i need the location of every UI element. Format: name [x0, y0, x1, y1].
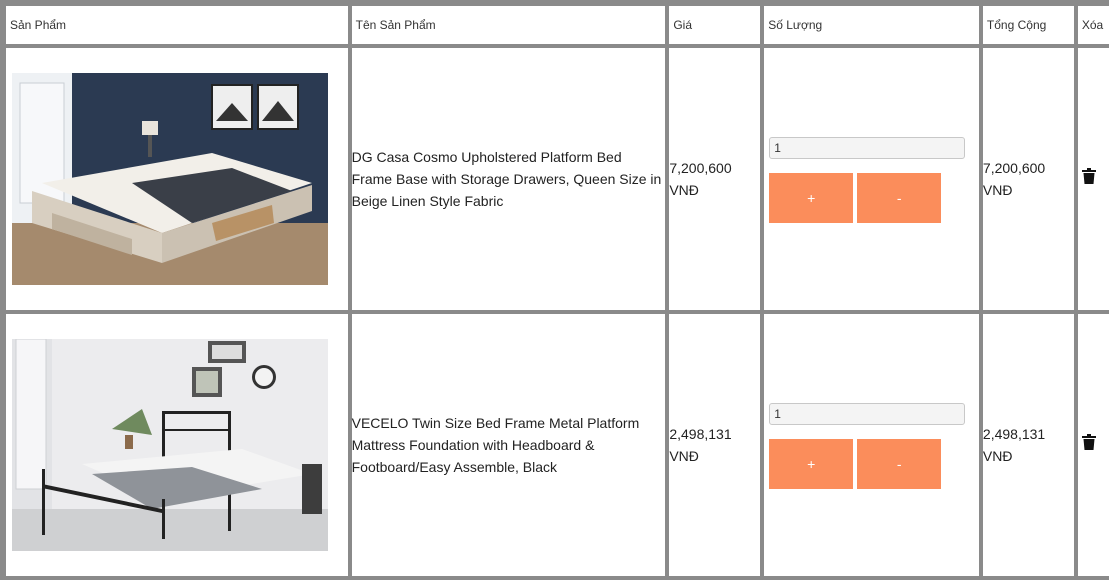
metal-twin-bed-frame-image	[12, 339, 328, 551]
product-total-cell: 7,200,600 VNĐ	[978, 44, 1078, 314]
increase-quantity-button[interactable]: +	[769, 172, 854, 223]
increase-quantity-button[interactable]: +	[769, 438, 854, 489]
table-header-row: Sản Phẩm Tên Sản Phẩm Giá Số Lượng Tổng …	[1, 1, 1109, 48]
table-row: DG Casa Cosmo Upholstered Platform Bed F…	[1, 44, 1109, 314]
delete-cell	[1073, 44, 1109, 314]
cart-table: Sản Phẩm Tên Sản Phẩm Giá Số Lượng Tổng …	[0, 0, 1109, 580]
quantity-cell: + -	[760, 44, 983, 314]
quantity-stepper: + -	[769, 402, 969, 489]
product-name-cell: DG Casa Cosmo Upholstered Platform Bed F…	[347, 44, 670, 314]
decrease-quantity-button[interactable]: -	[857, 172, 942, 223]
quantity-cell: + -	[760, 310, 983, 580]
header-product: Sản Phẩm	[1, 1, 352, 48]
table-row: VECELO Twin Size Bed Frame Metal Platfor…	[1, 310, 1109, 580]
cart-page: Sản Phẩm Tên Sản Phẩm Giá Số Lượng Tổng …	[0, 0, 1109, 587]
product-price-cell: 7,200,600 VNĐ	[665, 44, 765, 314]
quantity-buttons: + -	[769, 438, 969, 489]
quantity-stepper: + -	[769, 136, 969, 223]
product-name-cell: VECELO Twin Size Bed Frame Metal Platfor…	[347, 310, 670, 580]
delete-cell	[1073, 310, 1109, 580]
quantity-buttons: + -	[769, 172, 969, 223]
trash-icon[interactable]	[1081, 168, 1096, 184]
product-image-cell	[1, 44, 352, 314]
header-delete: Xóa	[1073, 1, 1109, 48]
header-price: Giá	[665, 1, 765, 48]
header-quantity: Số Lượng	[760, 1, 983, 48]
quantity-input[interactable]	[769, 402, 966, 425]
quantity-input[interactable]	[769, 136, 966, 159]
product-total-cell: 2,498,131 VNĐ	[978, 310, 1078, 580]
product-price-cell: 2,498,131 VNĐ	[665, 310, 765, 580]
header-product-name: Tên Sản Phẩm	[347, 1, 670, 48]
trash-icon[interactable]	[1081, 434, 1096, 450]
upholstered-platform-bed-image	[12, 73, 328, 285]
header-total: Tổng Cộng	[978, 1, 1078, 48]
decrease-quantity-button[interactable]: -	[857, 438, 942, 489]
product-image-cell	[1, 310, 352, 580]
